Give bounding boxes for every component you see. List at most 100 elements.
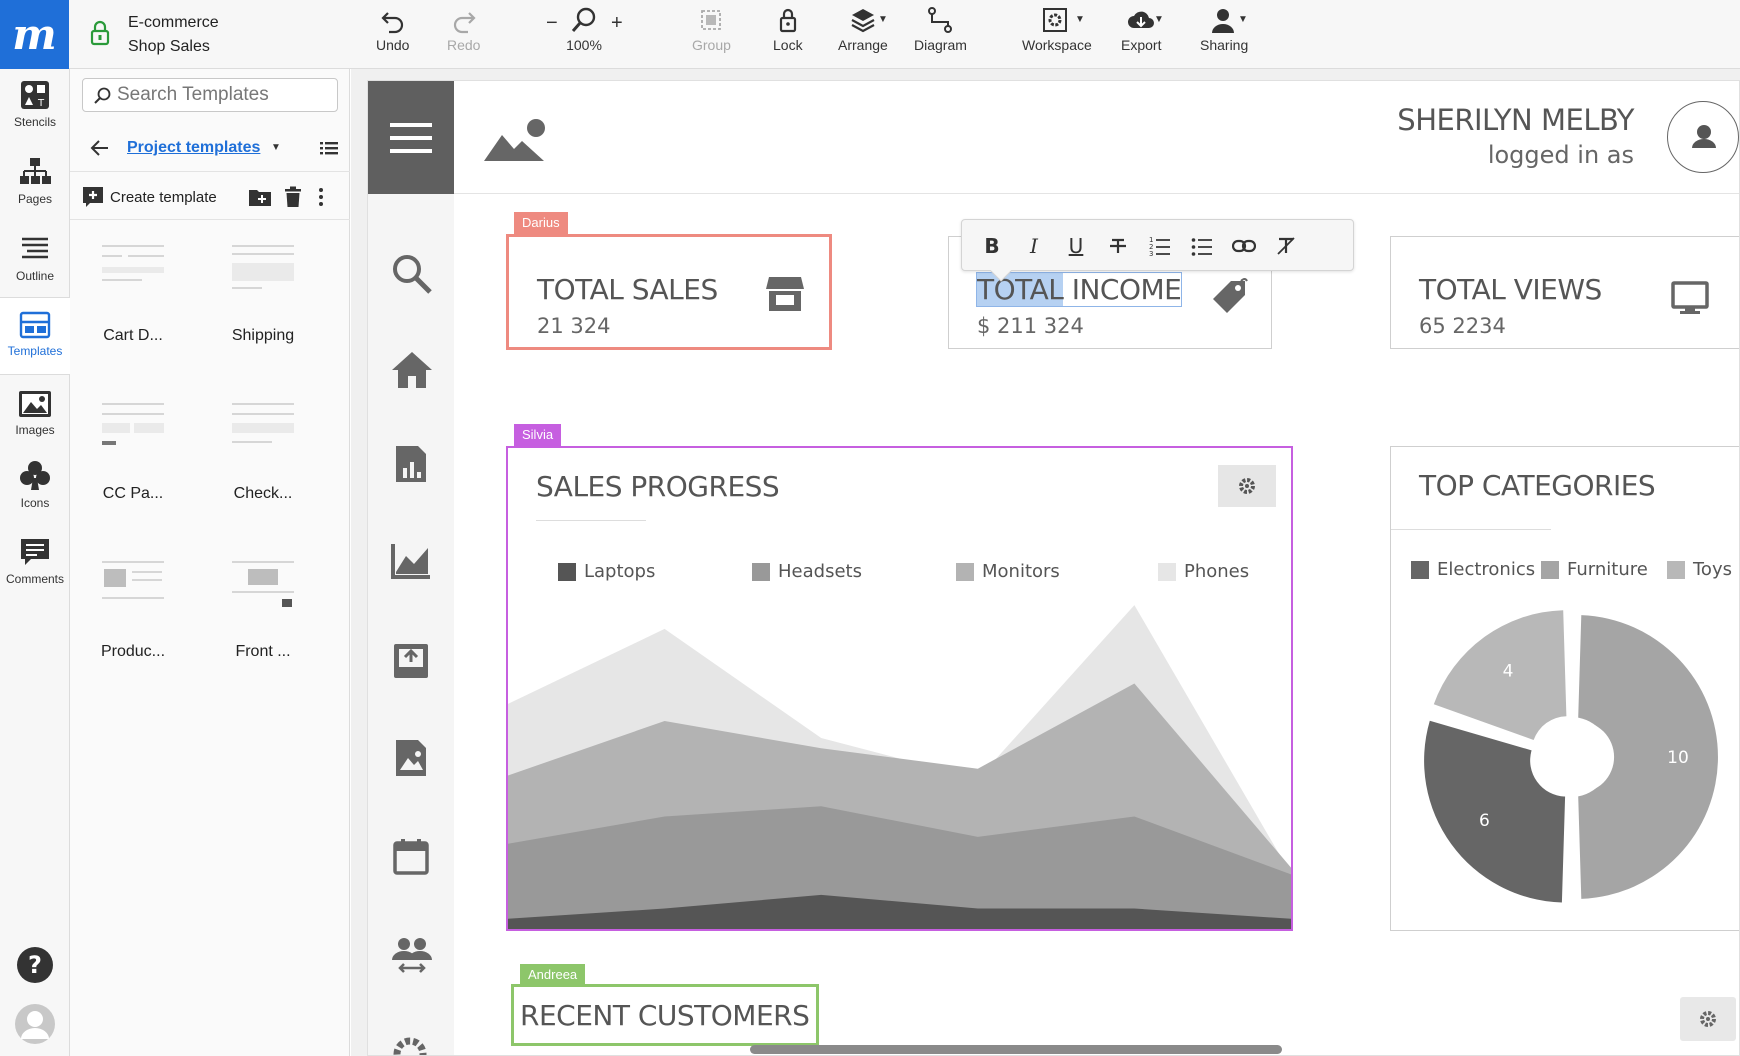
sharing-label: Sharing [1200,37,1249,53]
template-thumbnail [98,239,168,315]
rail-item-icons[interactable]: Icons [0,460,70,510]
rail-item-images[interactable]: Images [0,389,70,437]
bullet-list-button[interactable] [1188,232,1216,260]
group-icon [701,10,722,30]
home-icon[interactable] [390,350,434,390]
legend-label: Electronics [1437,559,1536,580]
legend-item: Furniture [1541,559,1648,580]
redo-label: Redo [447,37,481,53]
legend-label: Phones [1184,561,1250,582]
user-avatar[interactable] [0,1003,70,1049]
help-button[interactable]: ? [0,946,70,988]
collaborator-tag-andreea: Andreea [520,964,586,986]
users-transfer-icon[interactable] [390,936,434,974]
zoom-out-button[interactable]: − [546,12,558,35]
line-chart-icon[interactable] [390,542,432,580]
rail-item-pages[interactable]: Pages [0,156,70,206]
template-item[interactable]: Cart D... [78,239,188,345]
group-button[interactable]: Group [692,6,731,53]
template-item[interactable]: Check... [208,397,318,503]
rail-item-comments[interactable]: Comments [0,536,70,586]
sharing-button[interactable]: ▼ Sharing [1200,6,1248,53]
zoom-level: 100% [566,37,602,53]
create-template-label: Create template [110,188,217,206]
bold-button[interactable]: B [978,232,1006,260]
search-templates-input[interactable] [117,83,332,107]
diagram-button[interactable]: Diagram [914,6,967,53]
template-item[interactable]: Shipping [208,239,318,345]
rail-label-images: Images [15,423,55,437]
app-logo[interactable]: m [0,0,69,69]
template-name: Front ... [235,643,291,660]
workspace-button[interactable]: ▼ Workspace [1022,6,1092,53]
project-templates-link[interactable]: Project templates [127,139,260,157]
report-icon[interactable] [394,444,428,484]
more-options-icon[interactable] [317,186,325,208]
lock-icon[interactable] [88,20,112,46]
svg-text:3: 3 [1149,250,1153,257]
document-title[interactable]: E-commerce Shop Sales [128,11,219,59]
underline-button[interactable]: U [1062,232,1090,260]
gear-icon [1239,478,1255,494]
create-template-button[interactable]: Create template [82,186,217,208]
total-sales-card[interactable]: TOTAL SALES 21 324 [506,234,832,350]
horizontal-scrollbar[interactable] [750,1045,1282,1054]
template-thumbnail [228,555,298,631]
user-avatar-placeholder[interactable] [1667,101,1739,173]
back-arrow-icon[interactable] [90,139,110,157]
legend-label: Furniture [1567,559,1648,580]
image-file-icon[interactable] [394,738,428,778]
header-divider [454,193,1739,194]
zoom-control[interactable]: 100% [566,6,602,53]
folder-add-icon[interactable] [248,187,272,207]
panel-divider [70,171,350,172]
sales-progress-panel[interactable]: SALES PROGRESS Laptops Headsets Monitors Ph… [506,446,1293,931]
redo-icon [453,12,476,34]
rail-item-stencils[interactable]: T Stencils [0,79,70,129]
card-value: $ 211 324 [977,314,1084,338]
ordered-list-icon: 123 [1149,236,1170,257]
settings-gear-icon[interactable] [390,1034,430,1056]
arrange-button[interactable]: ▼ Arrange [838,6,888,53]
rail-item-outline[interactable]: Outline [0,233,70,283]
strikethrough-button[interactable] [1104,232,1132,260]
undo-icon [381,12,403,34]
undo-button[interactable]: Undo [376,6,409,53]
mockup-sidebar [368,194,454,1056]
export-button[interactable]: ▼ Export [1121,6,1164,53]
redo-button[interactable]: Redo [447,6,480,53]
search-box[interactable] [82,78,338,112]
panel-divider [70,219,350,220]
project-templates-caret-icon[interactable]: ▼ [271,142,281,153]
comments-icon [21,539,49,565]
total-views-card[interactable]: TOTAL VIEWS 65 2234 [1390,236,1739,349]
title-underline [1391,529,1551,530]
link-icon [1232,239,1256,253]
images-icon [19,391,51,417]
link-button[interactable] [1230,232,1258,260]
top-categories-panel[interactable]: TOP CATEGORIES Electronics Furniture Toys … [1390,446,1739,931]
legend-item: Electronics [1411,559,1535,580]
calendar-icon[interactable] [392,838,430,876]
search-icon[interactable] [390,252,434,296]
italic-button[interactable]: I [1020,232,1048,260]
hamburger-menu-button[interactable] [368,81,454,194]
template-item[interactable]: Produc... [78,555,188,661]
list-view-icon[interactable] [320,140,338,156]
chart-settings-button[interactable] [1218,465,1276,507]
trash-icon[interactable] [283,186,303,208]
template-item[interactable]: CC Pa... [78,397,188,503]
clear-format-button[interactable] [1272,232,1300,260]
recent-customers-heading[interactable]: RECENT CUSTOMERS [511,984,819,1046]
rail-item-templates[interactable]: Templates [0,298,70,374]
arrange-caret-icon: ▼ [878,14,888,25]
canvas-settings-button[interactable] [1680,997,1736,1041]
legend-label: Laptops [584,561,656,582]
template-item[interactable]: Front ... [208,555,318,661]
workspace-caret-icon: ▼ [1075,14,1085,25]
inbox-upload-icon[interactable] [392,642,430,680]
lock-button[interactable]: Lock [773,6,803,53]
ordered-list-button[interactable]: 123 [1146,232,1174,260]
zoom-in-button[interactable]: + [611,12,623,35]
rail-label-icons: Icons [20,496,50,510]
